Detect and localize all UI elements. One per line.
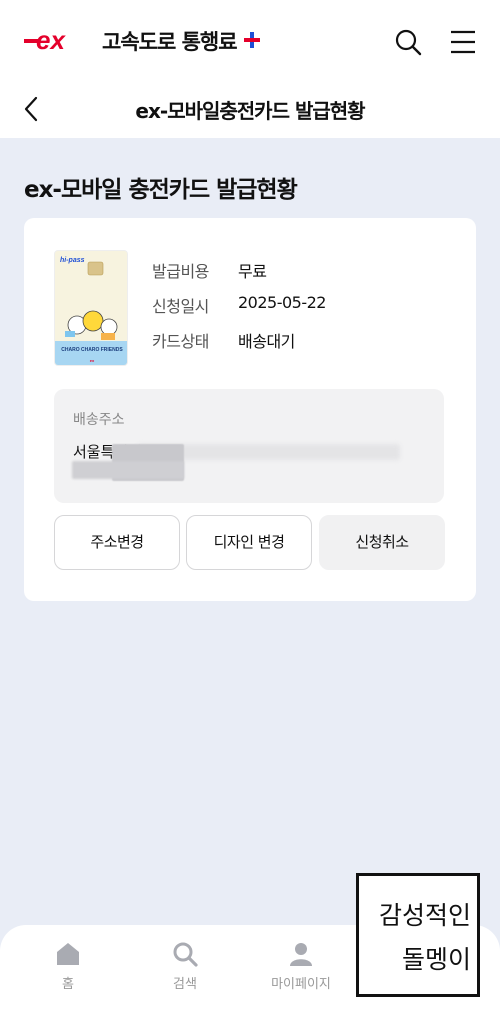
fee-value: 무료 xyxy=(238,262,267,281)
fee-label: 발급비용 xyxy=(152,262,209,281)
top-header: ex 고속도로 통행료 xyxy=(0,0,500,80)
logo-text: 고속도로 통행료 xyxy=(102,30,238,54)
ex-logo[interactable]: ex 고속도로 통행료 xyxy=(24,26,238,56)
ex-logo-icon: ex xyxy=(24,29,66,53)
nav-item-mypage[interactable]: 마이페이지 xyxy=(256,941,346,992)
stamp-text-line1: 감성적인 xyxy=(378,901,471,930)
nav-label-mypage: 마이페이지 xyxy=(271,977,331,992)
status-value: 배송대기 xyxy=(238,332,295,351)
search-icon[interactable] xyxy=(394,28,422,56)
svg-text:ex: ex xyxy=(36,29,66,53)
person-icon xyxy=(290,943,312,966)
date-label: 신청일시 xyxy=(152,297,209,316)
address-redaction xyxy=(72,461,184,479)
nav-label-search: 검색 xyxy=(173,977,197,992)
nav-item-home[interactable]: 홈 xyxy=(23,941,113,992)
address-label: 배송주소 xyxy=(73,412,125,428)
change-design-button[interactable]: 디자인 변경 xyxy=(186,515,312,570)
watermark-stamp: 감성적인 돌멩이 xyxy=(356,873,480,997)
card-image-caption: CHARO CHARO FRIENDS xyxy=(61,347,123,353)
svg-text:ex: ex xyxy=(90,358,95,363)
svg-text:hi-pass: hi-pass xyxy=(60,257,85,264)
status-label: 카드상태 xyxy=(152,332,209,351)
plus-icon xyxy=(244,32,260,48)
charge-card-image: hi-pass CHARO CHARO FRIENDS ex xyxy=(54,250,128,366)
sub-header: ex-모바일충전카드 발급현황 xyxy=(0,80,500,138)
address-box: 배송주소 서울특별시 xyxy=(54,389,444,503)
hamburger-menu-icon[interactable] xyxy=(449,28,477,56)
search-icon xyxy=(173,942,198,967)
page-title: ex-모바일충전카드 발급현황 xyxy=(135,99,365,123)
date-value: 2025-05-22 xyxy=(238,293,326,312)
nav-label-home: 홈 xyxy=(62,977,74,992)
change-address-button[interactable]: 주소변경 xyxy=(54,515,180,570)
home-icon xyxy=(57,943,79,965)
nav-item-search[interactable]: 검색 xyxy=(140,941,230,992)
stamp-text-line2: 돌멩이 xyxy=(401,945,471,974)
cancel-application-button[interactable]: 신청취소 xyxy=(319,515,445,570)
section-heading: ex-모바일 충전카드 발급현황 xyxy=(24,177,298,203)
card-status-panel: hi-pass CHARO CHARO FRIENDS ex 발급비용 무료 신… xyxy=(24,218,476,601)
